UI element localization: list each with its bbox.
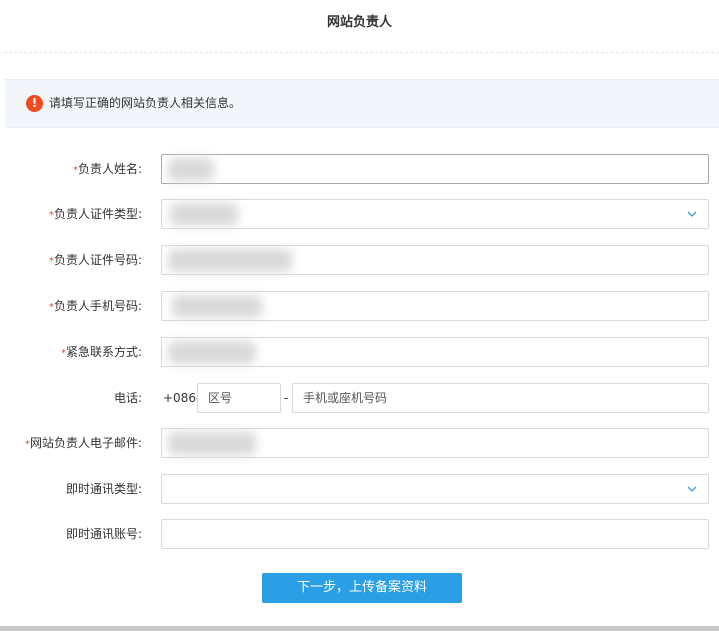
label-email: *网站负责人电子邮件: — [24, 436, 142, 450]
phone-number-placeholder: 手机或座机号码 — [303, 391, 388, 405]
area-code-input[interactable]: 区号 — [197, 383, 281, 413]
alert-text: 请填写正确的网站负责人相关信息。 — [49, 96, 242, 110]
phone-country-prefix: +086- — [163, 391, 201, 405]
label-phone: 电话: — [113, 391, 142, 405]
redacted-value — [172, 295, 262, 318]
emergency-contact-input[interactable] — [161, 337, 709, 367]
redacted-value — [168, 432, 256, 455]
label-im-type: 即时通讯类型: — [65, 482, 142, 496]
email-input[interactable] — [161, 428, 709, 458]
page: 网站负责人 ! 请填写正确的网站负责人相关信息。 *负责人姓名: *负责人证件类… — [0, 0, 719, 631]
phone-separator: - — [284, 391, 289, 405]
im-type-select[interactable] — [161, 474, 709, 504]
area-code-placeholder: 区号 — [208, 391, 233, 405]
label-id-type: *负责人证件类型: — [48, 207, 142, 221]
label-mobile: *负责人手机号码: — [48, 299, 142, 313]
id-number-input[interactable] — [161, 245, 709, 275]
name-input[interactable] — [161, 154, 709, 184]
label-id-number: *负责人证件号码: — [48, 253, 142, 267]
redacted-value — [168, 158, 214, 181]
label-emergency: *紧急联系方式: — [60, 345, 142, 359]
chevron-down-icon — [687, 486, 697, 492]
info-alert: ! 请填写正确的网站负责人相关信息。 — [5, 79, 719, 128]
exclamation-circle-icon: ! — [26, 95, 43, 112]
id-type-select[interactable] — [161, 199, 709, 229]
label-name: *负责人姓名: — [72, 162, 142, 176]
redacted-value — [168, 249, 292, 272]
mobile-input[interactable] — [161, 291, 709, 321]
phone-number-input[interactable]: 手机或座机号码 — [292, 383, 709, 413]
label-im-account: 即时通讯账号: — [65, 527, 142, 541]
bottom-scroll-edge — [0, 626, 719, 631]
page-title: 网站负责人 — [326, 15, 392, 30]
next-upload-button[interactable]: 下一步，上传备案资料 — [262, 573, 462, 603]
title-divider — [4, 52, 719, 53]
redacted-value — [170, 203, 238, 226]
im-account-input[interactable] — [161, 519, 709, 549]
chevron-down-icon — [687, 211, 697, 217]
redacted-value — [168, 341, 256, 364]
